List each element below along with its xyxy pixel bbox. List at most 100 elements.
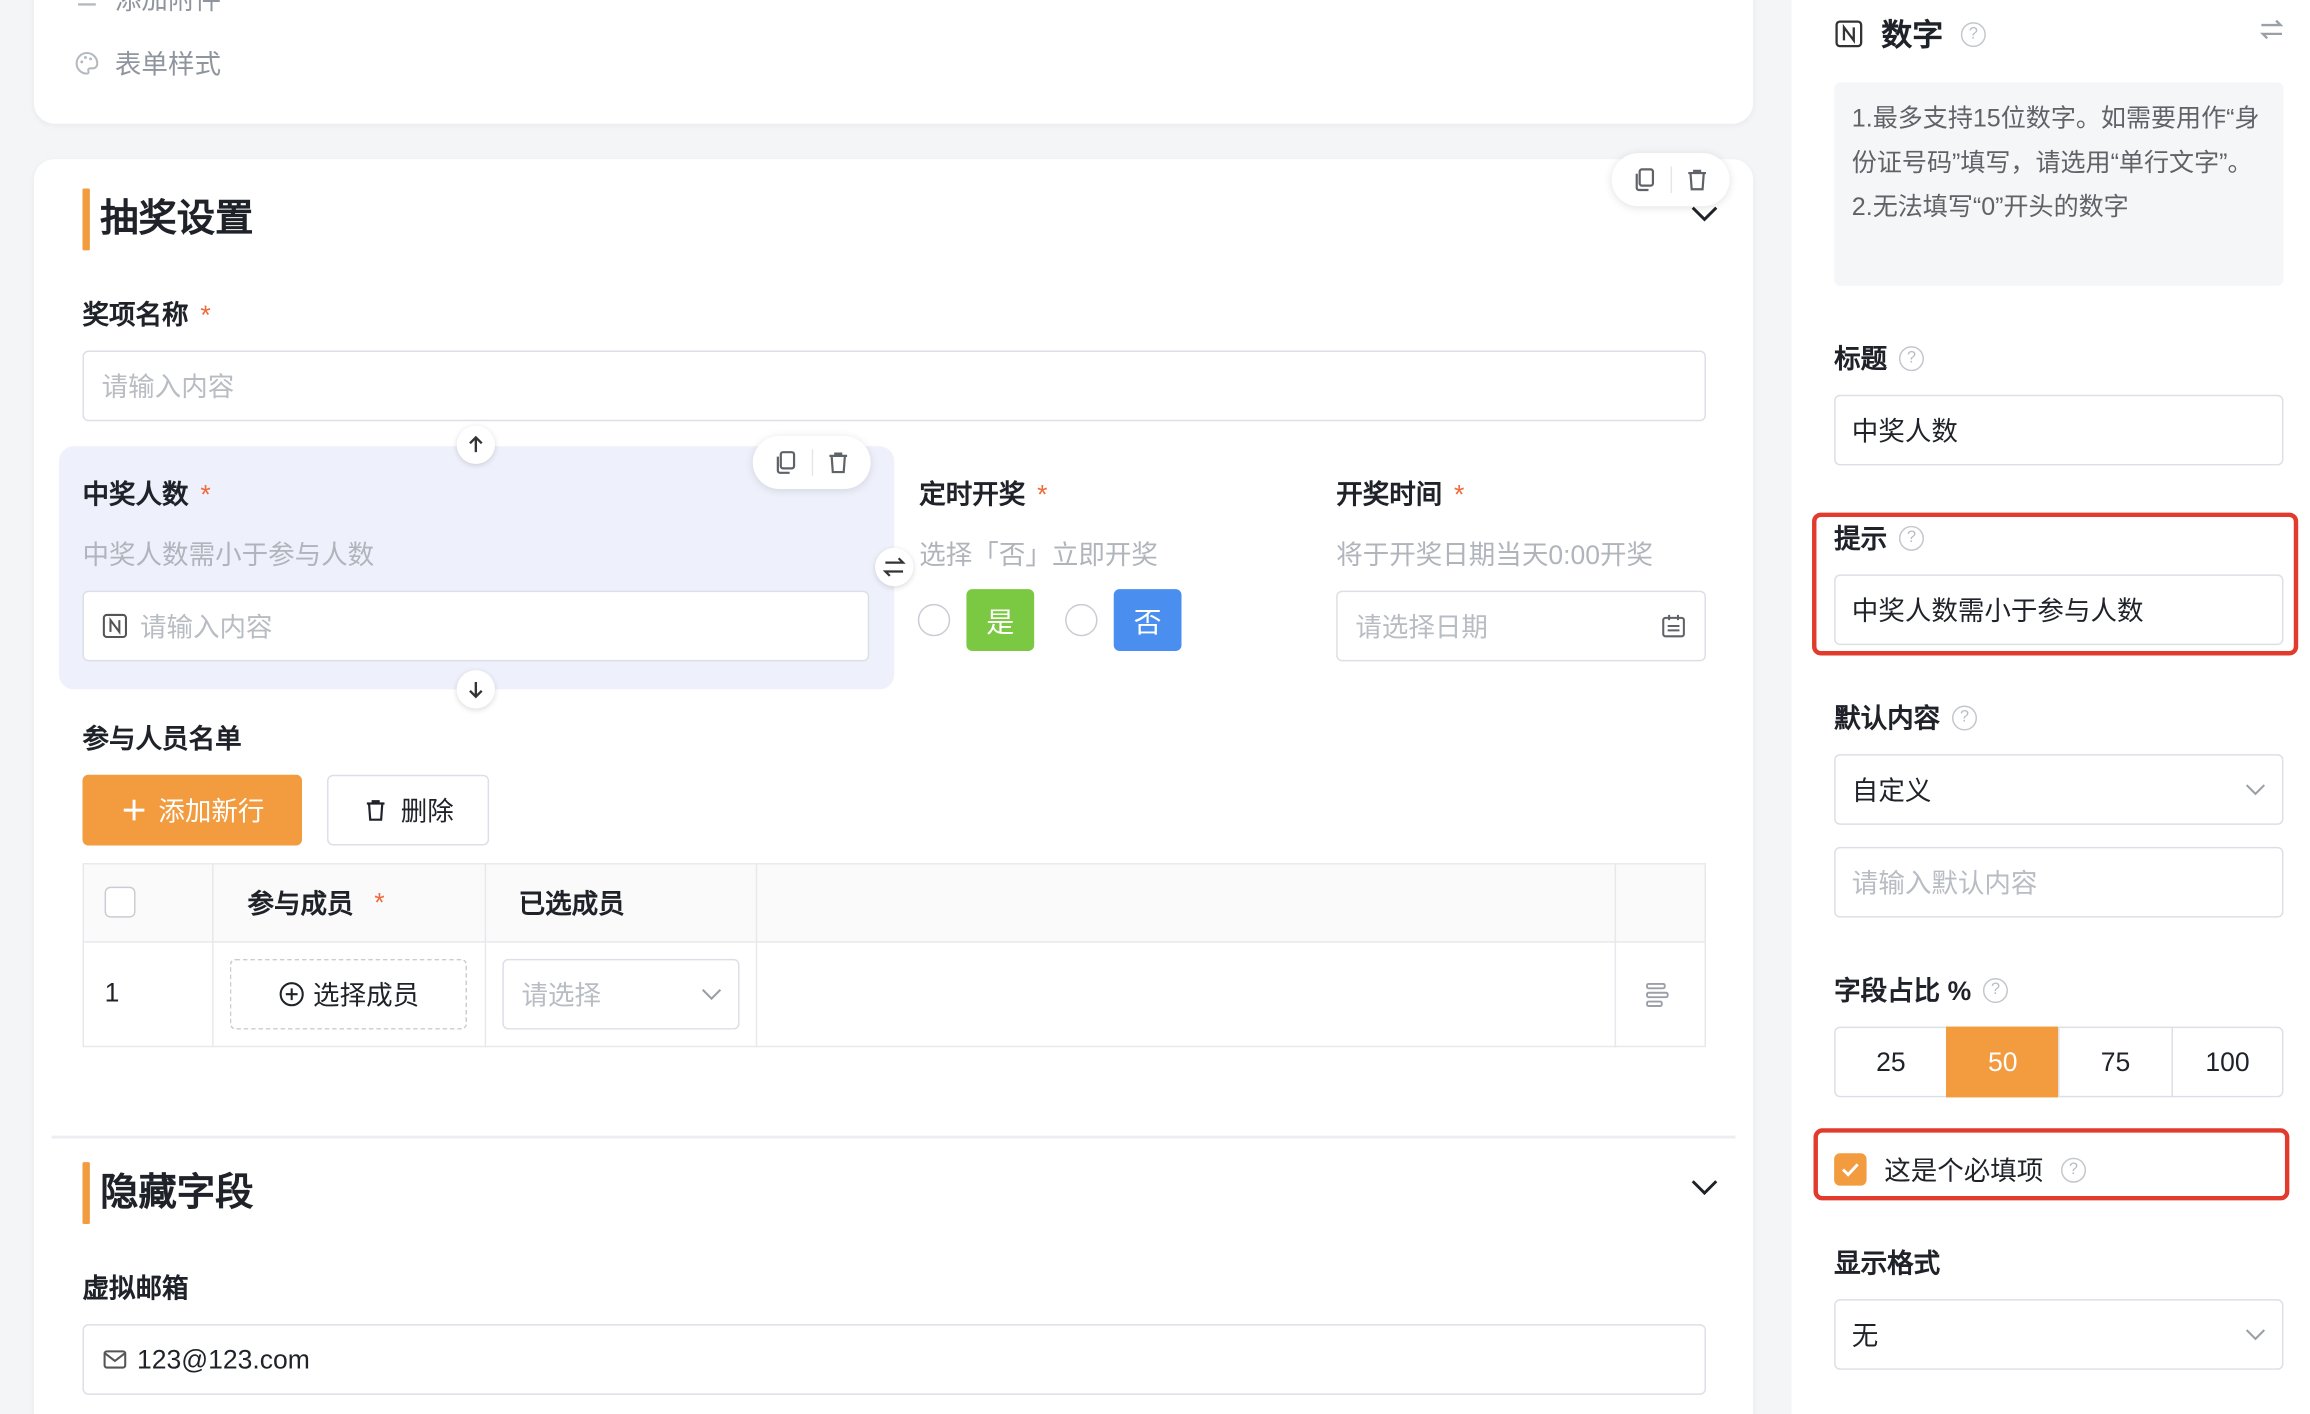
width-option-50[interactable]: 50	[1946, 1026, 2060, 1098]
select-member-label: 选择成员	[313, 980, 420, 1011]
table-divider	[82, 941, 1706, 943]
field-type-title: 数字	[1881, 19, 1944, 54]
move-down-button[interactable]	[456, 670, 495, 709]
width-prop-label: 字段占比 %?	[1834, 971, 2008, 1009]
section-actions-divider	[1669, 166, 1672, 193]
table-col-divider	[755, 863, 758, 1048]
delete-section-button[interactable]	[1677, 158, 1718, 202]
timed-draw-hint: 选择「否」立即开奖	[919, 540, 1158, 571]
add-row-label: 添加新行	[158, 796, 265, 827]
switch-type-icon[interactable]	[2257, 15, 2286, 44]
move-up-button[interactable]	[456, 425, 495, 464]
help-icon: ?	[1951, 704, 1978, 730]
required-mark: *	[1037, 480, 1048, 510]
tip-line-1: 1.最多支持15位数字。如需要用作“身份证号码”填写，请选用“单行文字”。	[1851, 104, 2260, 177]
timed-draw-yes-option[interactable]: 是	[966, 589, 1035, 652]
select-member-button[interactable]: 选择成员	[229, 958, 468, 1030]
timed-draw-yes-radio[interactable]	[917, 603, 951, 637]
virtual-email-label: 虚拟邮箱	[82, 1274, 189, 1304]
delete-row-button[interactable]: 删除	[327, 774, 490, 846]
virtual-email-value: 123@123.com	[137, 1344, 310, 1374]
row-settings-icon[interactable]	[1644, 979, 1673, 1008]
default-type-select[interactable]: 自定义	[1834, 754, 2284, 825]
timed-draw-label-text: 定时开奖	[919, 480, 1026, 510]
copy-icon	[776, 451, 795, 474]
required-mark: *	[200, 480, 211, 510]
prize-name-label: 奖项名称 *	[82, 295, 210, 333]
draw-time-label-text: 开奖时间	[1336, 480, 1443, 510]
delete-field-button[interactable]	[818, 440, 859, 484]
title-prop-value: 中奖人数	[1851, 416, 1958, 447]
default-value-input[interactable]: 请输入默认内容	[1834, 846, 2284, 918]
default-prop-label-text: 默认内容	[1834, 704, 1941, 734]
default-type-value: 自定义	[1851, 776, 1932, 806]
width-option-100[interactable]: 100	[2171, 1026, 2284, 1098]
default-prop-label: 默认内容?	[1834, 698, 1978, 736]
required-mark: *	[200, 300, 211, 330]
table-col-divider	[1614, 863, 1617, 1048]
field-tips-box: 1.最多支持15位数字。如需要用作“身份证号码”填写，请选用“单行文字”。 2.…	[1834, 82, 2284, 286]
winners-label: 中奖人数 *	[82, 474, 210, 512]
row-index: 1	[104, 978, 120, 1008]
delete-row-label: 删除	[400, 796, 454, 827]
chevron-down-icon	[701, 989, 722, 1001]
mail-icon	[103, 1350, 127, 1369]
add-row-button[interactable]: 添加新行	[82, 774, 303, 846]
attachment-icon	[74, 0, 101, 12]
timed-draw-no-radio[interactable]	[1065, 603, 1098, 637]
arrow-down-icon	[469, 681, 483, 699]
trash-icon	[829, 452, 848, 474]
width-option-25[interactable]: 25	[1834, 1026, 1948, 1098]
lottery-section-title: 抽奖设置	[82, 188, 253, 251]
table-col-divider	[212, 863, 214, 1048]
plus-icon	[123, 799, 144, 821]
menu-add-attachment[interactable]: 添加附件	[74, 0, 221, 18]
winners-label-text: 中奖人数	[82, 480, 189, 510]
trash-icon	[366, 800, 385, 821]
select-all-checkbox[interactable]	[104, 886, 136, 918]
swap-button[interactable]	[875, 547, 914, 587]
number-field-icon	[1835, 20, 1863, 48]
number-field-icon	[102, 613, 127, 639]
timed-draw-no-option[interactable]: 否	[1113, 589, 1182, 652]
title-prop-input[interactable]: 中奖人数	[1834, 394, 2284, 466]
required-mark: *	[1454, 480, 1465, 510]
prize-name-label-text: 奖项名称	[82, 300, 189, 330]
hidden-section-title: 隐藏字段	[82, 1162, 253, 1224]
prize-name-input[interactable]: 请输入内容	[82, 350, 1706, 422]
prize-name-placeholder: 请输入内容	[101, 372, 235, 403]
menu-add-attachment-label: 添加附件	[114, 0, 221, 15]
format-prop-label: 显示格式	[1834, 1249, 1941, 1279]
help-icon: ?	[1982, 977, 2008, 1003]
tip-line-2: 2.无法填写“0”开头的数字	[1851, 192, 2129, 221]
calendar-icon	[1662, 614, 1685, 638]
copy-icon	[1635, 168, 1654, 192]
winners-placeholder: 请输入内容	[139, 612, 273, 643]
winners-hint: 中奖人数需小于参与人数	[82, 540, 375, 571]
copy-section-button[interactable]	[1623, 158, 1664, 202]
winners-input[interactable]: 请输入内容	[82, 590, 870, 662]
format-select[interactable]: 无	[1834, 1299, 2284, 1370]
draw-date-picker[interactable]: 请选择日期	[1336, 590, 1706, 662]
width-option-75[interactable]: 75	[2058, 1026, 2173, 1098]
virtual-email-input[interactable]: 123@123.com	[82, 1324, 1706, 1395]
collapse-lottery-chevron-icon[interactable]	[1688, 197, 1720, 229]
col-header-participant: 参与成员 *	[247, 884, 384, 922]
draw-date-placeholder: 请选择日期	[1355, 612, 1488, 643]
participants-label: 参与人员名单	[82, 724, 242, 755]
width-prop-label-text: 字段占比 %	[1834, 976, 1972, 1006]
app-root: 添加附件 表单样式 抽奖设置 奖项名称 * 请输入内容 中奖人数 * 中奖人数需…	[0, 0, 2310, 1414]
menu-form-style[interactable]: 表单样式	[74, 44, 221, 82]
selected-members-select[interactable]: 请选择	[502, 958, 740, 1030]
collapse-hidden-chevron-icon[interactable]	[1688, 1171, 1720, 1203]
col-header-selected: 已选成员	[518, 889, 625, 920]
timed-draw-label: 定时开奖 *	[919, 474, 1047, 512]
section-separator	[51, 1135, 1736, 1139]
chevron-down-icon	[2245, 1329, 2266, 1341]
palette-icon	[74, 50, 101, 77]
selected-members-placeholder: 请选择	[521, 980, 602, 1011]
form-menu-card	[33, 0, 1754, 124]
field-actions-divider	[811, 449, 813, 476]
copy-field-button[interactable]	[765, 440, 806, 484]
field-actions	[752, 435, 871, 490]
